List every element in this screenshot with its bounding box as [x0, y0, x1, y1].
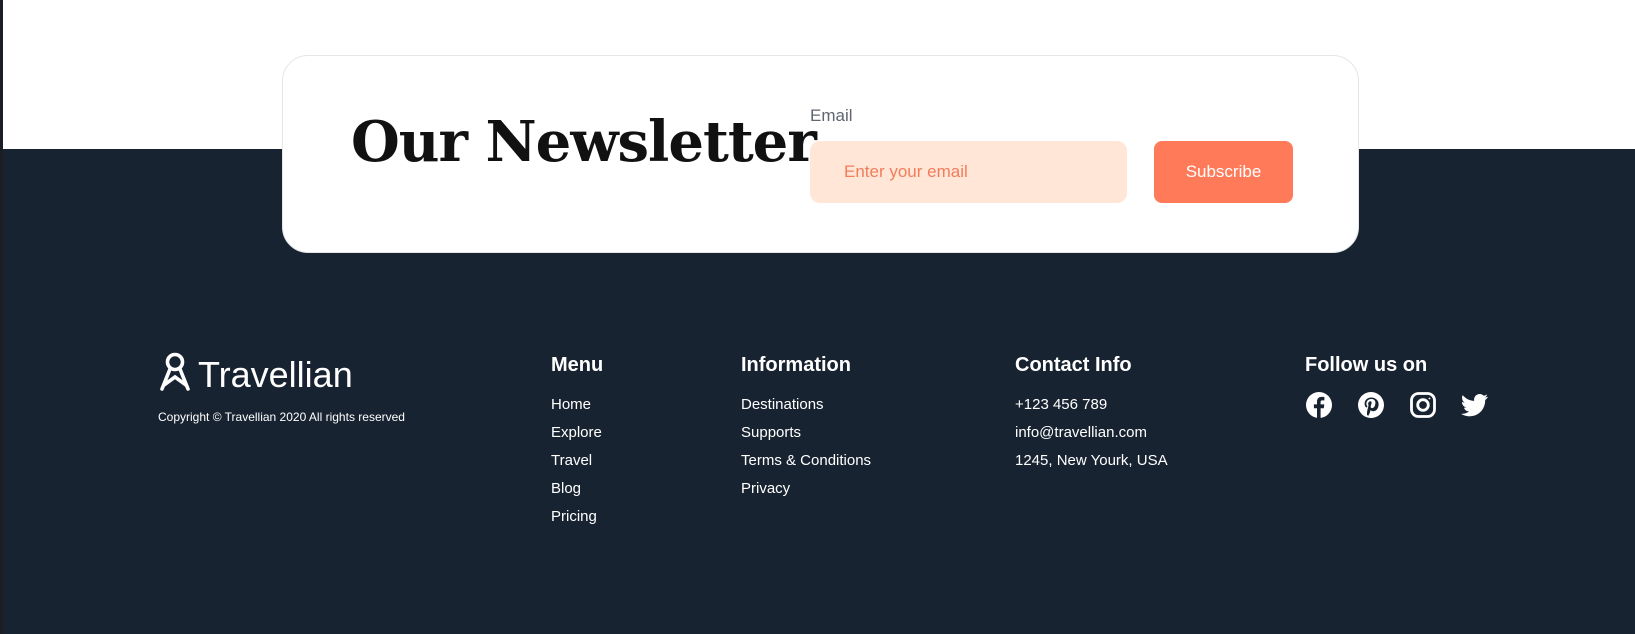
instagram-icon[interactable]	[1409, 391, 1437, 419]
info-item-privacy[interactable]: Privacy	[741, 475, 871, 503]
pinterest-icon[interactable]	[1357, 391, 1385, 419]
menu-item-pricing[interactable]: Pricing	[551, 503, 603, 531]
social-icons	[1305, 391, 1489, 419]
menu-link[interactable]: Pricing	[551, 508, 597, 525]
menu-heading: Menu	[551, 354, 604, 376]
follow-column: Follow us on	[1305, 353, 1489, 419]
brand-name: Travellian	[198, 353, 353, 395]
menu-link[interactable]: Home	[551, 396, 591, 413]
menu-item-travel[interactable]: Travel	[551, 447, 603, 475]
location-pin-logo-icon	[158, 352, 192, 397]
info-link[interactable]: Destinations	[741, 396, 824, 413]
info-item-supports[interactable]: Supports	[741, 419, 871, 447]
information-column: Information Destinations Supports Terms …	[741, 353, 871, 503]
menu-link[interactable]: Travel	[551, 452, 592, 469]
contact-phone[interactable]: +123 456 789	[1015, 391, 1168, 419]
subscribe-button[interactable]: Subscribe	[1154, 141, 1293, 203]
contact-address: 1245, New Yourk, USA	[1015, 452, 1168, 469]
menu-item-explore[interactable]: Explore	[551, 419, 603, 447]
menu-link[interactable]: Blog	[551, 480, 581, 497]
brand-logo[interactable]: Travellian	[158, 352, 405, 397]
info-item-destinations[interactable]: Destinations	[741, 391, 871, 419]
info-item-terms[interactable]: Terms & Conditions	[741, 447, 871, 475]
email-input[interactable]	[810, 141, 1127, 203]
follow-heading: Follow us on	[1305, 354, 1428, 376]
copyright-text: Copyright © Travellian 2020 All rights r…	[158, 410, 405, 424]
brand-block: Travellian Copyright © Travellian 2020 A…	[158, 352, 405, 424]
twitter-icon[interactable]	[1461, 391, 1489, 419]
information-list: Destinations Supports Terms & Conditions…	[741, 391, 871, 503]
menu-item-home[interactable]: Home	[551, 391, 603, 419]
menu-link[interactable]: Explore	[551, 424, 602, 441]
information-heading: Information	[741, 354, 851, 376]
newsletter-card: Our Newsletter Email Subscribe	[282, 55, 1359, 253]
contact-heading: Contact Info	[1015, 354, 1132, 376]
info-link[interactable]: Terms & Conditions	[741, 452, 871, 469]
info-link[interactable]: Supports	[741, 424, 801, 441]
info-link[interactable]: Privacy	[741, 480, 790, 497]
email-label: Email	[810, 106, 853, 125]
menu-item-blog[interactable]: Blog	[551, 475, 603, 503]
newsletter-title: Our Newsletter	[351, 109, 817, 175]
facebook-icon[interactable]	[1305, 391, 1333, 419]
contact-list: +123 456 789 info@travellian.com 1245, N…	[1015, 391, 1168, 475]
menu-column: Menu Home Explore Travel Blog Pricing	[551, 353, 603, 531]
contact-email[interactable]: info@travellian.com	[1015, 419, 1168, 447]
menu-list: Home Explore Travel Blog Pricing	[551, 391, 603, 531]
left-edge-strip	[0, 0, 3, 634]
contact-column: Contact Info +123 456 789 info@travellia…	[1015, 353, 1168, 475]
